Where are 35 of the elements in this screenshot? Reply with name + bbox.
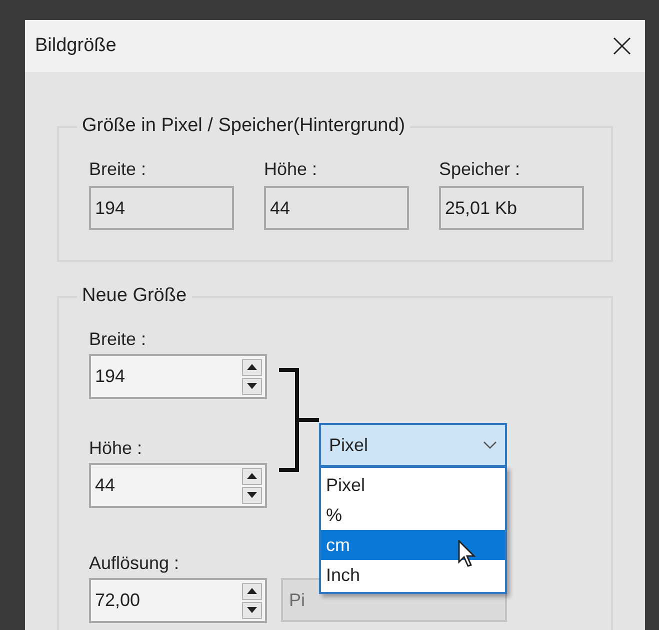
group-title: Größe in Pixel / Speicher(Hintergrund) [77, 115, 410, 137]
spin-field[interactable]: 72,00 [89, 578, 267, 623]
number-input[interactable]: 194 [95, 366, 238, 387]
decrement-button[interactable] [242, 378, 262, 394]
field-label: Speicher : [439, 158, 520, 180]
number-input[interactable]: 72,00 [95, 590, 238, 611]
field-label: Höhe : [89, 437, 144, 459]
increment-button[interactable] [242, 358, 262, 376]
close-icon[interactable] [613, 37, 631, 55]
field-label: Auflösung : [89, 552, 180, 574]
arrow-down-icon [247, 492, 257, 498]
readonly-field: 44 [264, 186, 409, 230]
spin-field[interactable]: 194 [89, 354, 267, 399]
arrow-up-icon [247, 588, 257, 594]
arrow-up-icon [247, 364, 257, 370]
number-input[interactable]: 44 [95, 475, 238, 496]
decrement-button[interactable] [242, 486, 262, 504]
arrow-down-icon [247, 383, 257, 389]
dropdown-option[interactable]: % [321, 500, 505, 530]
increment-button[interactable] [242, 582, 262, 600]
arrow-down-icon [247, 607, 257, 613]
field-label: Höhe : [264, 158, 318, 180]
readonly-field: 194 [89, 186, 234, 230]
decrement-button[interactable] [242, 602, 262, 618]
dropdown-option[interactable]: cm [321, 530, 505, 560]
field-label: Breite : [89, 158, 146, 180]
arrow-up-icon [247, 473, 257, 479]
field-label: Breite : [89, 328, 148, 350]
dropdown-option[interactable]: Pixel [321, 470, 505, 500]
window-title: Bildgröße [35, 35, 116, 57]
readonly-field: 25,01 Kb [439, 186, 584, 230]
spin-field[interactable]: 44 [89, 463, 267, 508]
increment-button[interactable] [242, 468, 262, 484]
chevron-down-icon [483, 441, 497, 449]
unit-dropdown[interactable]: Pixel [319, 423, 507, 467]
